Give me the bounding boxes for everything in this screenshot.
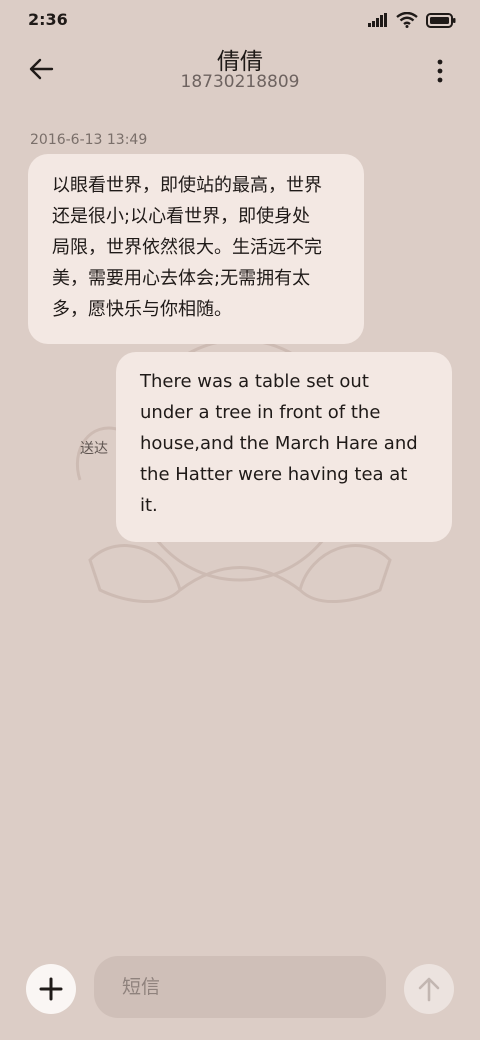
signal-icon bbox=[368, 13, 387, 27]
contact-name: 倩倩 bbox=[217, 49, 263, 75]
conversation-header: 倩倩 18730218809 bbox=[0, 40, 480, 104]
message-timestamp: 2016-6-13 13:49 bbox=[30, 132, 148, 148]
outgoing-message-bubble[interactable]: There was a table set out under a tree i… bbox=[116, 352, 452, 542]
add-attachment-button[interactable] bbox=[26, 964, 76, 1014]
message-line: 美，需要用心去体会;无需拥有太 bbox=[52, 268, 311, 289]
contact-number: 18730218809 bbox=[180, 72, 300, 92]
message-line: under a tree in front of the bbox=[140, 402, 381, 423]
message-line: There was a table set out bbox=[140, 371, 369, 392]
message-line: 以眼看世界，即使站的最高，世界 bbox=[52, 175, 322, 196]
message-line: the Hatter were having tea at bbox=[140, 464, 408, 485]
wifi-icon bbox=[396, 12, 418, 28]
send-arrow-icon bbox=[418, 977, 440, 1002]
message-line: 还是很小;以心看世界，即使身处 bbox=[52, 206, 311, 227]
send-button[interactable] bbox=[404, 964, 454, 1014]
incoming-message-bubble[interactable]: 以眼看世界，即使站的最高，世界 还是很小;以心看世界，即使身处 局限，世界依然很… bbox=[28, 154, 364, 344]
status-time: 2:36 bbox=[28, 10, 68, 29]
more-vertical-icon bbox=[437, 59, 443, 83]
message-line: it. bbox=[140, 495, 158, 516]
battery-icon bbox=[426, 12, 456, 28]
delivery-status: 送达 bbox=[80, 441, 108, 457]
plus-icon bbox=[39, 977, 63, 1001]
more-options-button[interactable] bbox=[430, 58, 450, 84]
message-line: 局限，世界依然很大。生活远不完 bbox=[52, 237, 322, 258]
sms-input[interactable] bbox=[94, 956, 386, 1018]
composer-bar bbox=[0, 950, 480, 1030]
message-line: 多，愿快乐与你相随。 bbox=[52, 299, 232, 320]
message-line: house,and the March Hare and bbox=[140, 433, 418, 454]
status-bar: 2:36 bbox=[0, 0, 480, 40]
status-icons bbox=[368, 12, 456, 28]
